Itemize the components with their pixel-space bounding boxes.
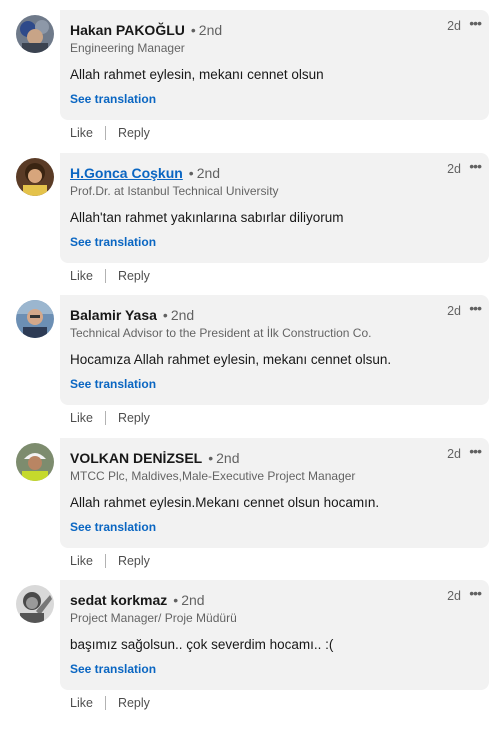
more-options-icon[interactable]: •••: [469, 15, 482, 31]
see-translation-link[interactable]: See translation: [70, 519, 156, 535]
connection-degree: • 2nd: [173, 592, 205, 608]
avatar[interactable]: [16, 15, 54, 53]
author-headline: MTCC Plc, Maldives,Male-Executive Projec…: [70, 468, 356, 483]
author-row: H.Gonca Coşkun • 2nd: [70, 164, 220, 182]
action-divider: [104, 268, 106, 283]
author-row: VOLKAN DENİZSEL • 2nd: [70, 449, 240, 467]
like-button[interactable]: Like: [70, 696, 93, 710]
connection-degree: • 2nd: [188, 164, 221, 181]
author-row: Balamir Yasa • 2nd: [70, 306, 194, 324]
more-options-icon[interactable]: •••: [469, 585, 482, 601]
comments-list: Hakan PAKOĞLU • 2nd Engineering Manager Al…: [0, 10, 497, 723]
author-row: sedat korkmaz • 2nd: [70, 591, 205, 609]
comment-actions: Like Reply: [70, 268, 150, 283]
see-translation-link[interactable]: See translation: [70, 91, 156, 107]
author-name[interactable]: Balamir Yasa: [70, 307, 157, 323]
like-button[interactable]: Like: [70, 126, 93, 140]
action-divider: [104, 411, 106, 425]
see-translation-link[interactable]: See translation: [70, 376, 156, 392]
connection-degree: • 2nd: [208, 449, 240, 466]
avatar[interactable]: [16, 585, 54, 623]
comment-timestamp: 2d: [447, 19, 461, 33]
like-button[interactable]: Like: [70, 411, 93, 425]
avatar[interactable]: [16, 300, 54, 338]
reply-button[interactable]: Reply: [118, 269, 150, 283]
degree-label: 2nd: [216, 449, 240, 466]
more-options-icon[interactable]: •••: [469, 158, 482, 174]
degree-label: 2nd: [170, 307, 195, 323]
action-divider: [104, 696, 106, 710]
more-options-icon[interactable]: •••: [469, 443, 482, 459]
comment-bubble: sedat korkmaz • 2nd Project Manager/ Proje…: [60, 580, 489, 690]
degree-label: 2nd: [181, 592, 205, 608]
comment-text: Allah rahmet eylesin, mekanı cennet olsu…: [70, 67, 324, 82]
comment-text: Allah'tan rahmet yakınlarına sabırlar di…: [70, 209, 344, 225]
see-translation-link[interactable]: See translation: [70, 661, 156, 677]
comment-timestamp: 2d: [447, 304, 461, 318]
like-button[interactable]: Like: [70, 269, 93, 283]
comment-item: Hakan PAKOĞLU • 2nd Engineering Manager Al…: [0, 10, 497, 153]
comment-bubble: H.Gonca Coşkun • 2nd Prof.Dr. at Istanbul …: [60, 152, 489, 263]
comment-actions: Like Reply: [70, 126, 150, 140]
comment-text: başımız sağolsun.. çok severdim hocamı..…: [70, 637, 334, 652]
reply-button[interactable]: Reply: [118, 411, 150, 425]
comment-timestamp: 2d: [447, 161, 461, 176]
avatar[interactable]: [16, 442, 54, 481]
more-options-icon[interactable]: •••: [469, 300, 482, 316]
see-translation-link[interactable]: See translation: [70, 234, 156, 250]
action-divider: [104, 553, 106, 568]
reply-button[interactable]: Reply: [118, 126, 150, 140]
author-headline: Technical Advisor to the President at İl…: [70, 326, 372, 340]
degree-label: 2nd: [196, 164, 221, 181]
reply-button[interactable]: Reply: [118, 554, 150, 568]
comment-actions: Like Reply: [70, 411, 150, 425]
comment-timestamp: 2d: [447, 446, 461, 461]
degree-label: 2nd: [198, 22, 223, 38]
action-divider: [104, 126, 106, 140]
author-headline: Project Manager/ Proje Müdürü: [70, 611, 237, 625]
author-name[interactable]: Hakan PAKOĞLU: [70, 22, 185, 38]
comment-timestamp: 2d: [447, 589, 461, 603]
connection-degree: • 2nd: [190, 22, 223, 38]
comment-bubble: Hakan PAKOĞLU • 2nd Engineering Manager Al…: [60, 10, 489, 120]
comment-item: Balamir Yasa • 2nd Technical Advisor to th…: [0, 295, 497, 438]
comment-text: Hocamıza Allah rahmet eylesin, mekanı ce…: [70, 352, 392, 367]
comment-bubble: Balamir Yasa • 2nd Technical Advisor to th…: [60, 295, 489, 405]
author-headline: Engineering Manager: [70, 41, 185, 55]
author-row: Hakan PAKOĞLU • 2nd: [70, 21, 222, 39]
comment-actions: Like Reply: [70, 553, 150, 568]
comment-item: VOLKAN DENİZSEL • 2nd MTCC Plc, Maldives,M…: [0, 437, 497, 581]
avatar[interactable]: [16, 157, 54, 196]
comment-actions: Like Reply: [70, 696, 150, 710]
author-name[interactable]: VOLKAN DENİZSEL: [70, 450, 202, 466]
comment-text: Allah rahmet eylesin.Mekanı cennet olsun…: [70, 494, 380, 510]
author-headline: Prof.Dr. at Istanbul Technical Universit…: [70, 183, 279, 198]
author-name[interactable]: H.Gonca Coşkun: [70, 165, 183, 181]
like-button[interactable]: Like: [70, 554, 93, 568]
connection-degree: • 2nd: [162, 307, 195, 323]
comment-bubble: VOLKAN DENİZSEL • 2nd MTCC Plc, Maldives,M…: [60, 437, 489, 548]
author-name[interactable]: sedat korkmaz: [70, 592, 167, 608]
comment-item: H.Gonca Coşkun • 2nd Prof.Dr. at Istanbul …: [0, 152, 497, 296]
reply-button[interactable]: Reply: [118, 696, 150, 710]
comment-item: sedat korkmaz • 2nd Project Manager/ Proje…: [0, 580, 497, 723]
